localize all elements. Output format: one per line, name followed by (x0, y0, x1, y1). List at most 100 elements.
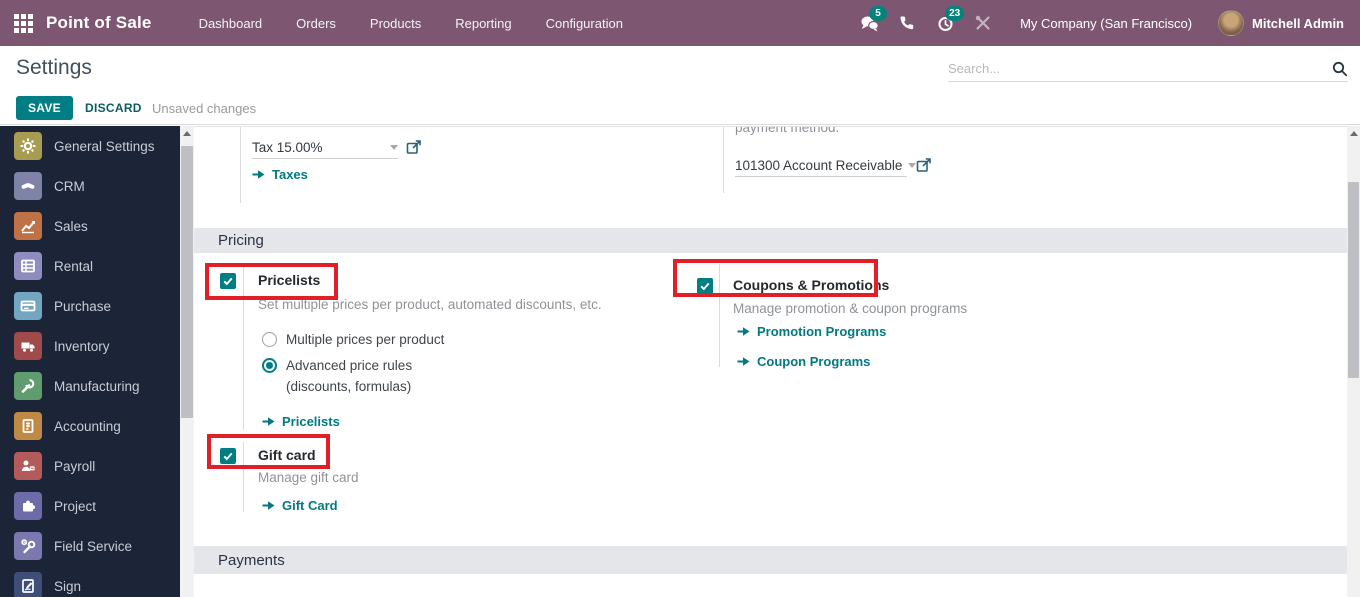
payment-help-tail: payment method. (735, 126, 840, 135)
search-bar (948, 56, 1348, 82)
setting-box-divider (243, 267, 244, 430)
sidebar-item-accounting[interactable]: Accounting (0, 406, 180, 446)
nav-item-orders[interactable]: Orders (279, 0, 353, 46)
credit-card-icon (14, 292, 42, 320)
check-icon (223, 277, 233, 286)
sidebar-scrollbar-thumb[interactable] (181, 146, 193, 418)
sign-pen-icon (14, 572, 42, 597)
messages-icon[interactable]: 5 (850, 0, 888, 46)
user-avatar[interactable] (1218, 10, 1245, 36)
sidebar-item-label: Project (54, 498, 97, 514)
radio-advanced-price-rules[interactable]: Advanced price rules (262, 358, 412, 373)
sidebar-item-label: CRM (54, 178, 85, 194)
arrow-right-icon (737, 327, 750, 336)
external-link-icon[interactable] (406, 139, 422, 155)
sidebar-item-project[interactable]: Project (0, 486, 180, 526)
app-name[interactable]: Point of Sale (46, 13, 152, 33)
sidebar-item-crm[interactable]: CRM (0, 166, 180, 206)
radio-icon (262, 332, 277, 347)
coupon-programs-link[interactable]: Coupon Programs (737, 354, 870, 369)
radio-advanced-sub-label: (discounts, formulas) (286, 379, 412, 394)
gift-card-label: Gift card (258, 447, 316, 463)
unsaved-changes-label: Unsaved changes (152, 101, 257, 116)
search-icon[interactable] (1332, 61, 1348, 77)
main-scrollbar[interactable] (1347, 126, 1360, 597)
arrow-right-icon (262, 501, 275, 510)
payments-section-header: Payments (194, 546, 1347, 574)
check-icon (223, 452, 233, 461)
default-tax-value: Tax 15.00% (252, 140, 323, 155)
nav-item-products[interactable]: Products (353, 0, 438, 46)
sidebar-item-label: Accounting (54, 418, 121, 434)
sidebar-item-label: Purchase (54, 298, 112, 314)
promotion-programs-link[interactable]: Promotion Programs (737, 324, 886, 339)
sidebar-item-payroll[interactable]: Payroll (0, 446, 180, 486)
activities-icon[interactable]: 23 (926, 0, 965, 46)
external-link-icon[interactable] (916, 157, 932, 173)
sidebar-item-label: Sign (54, 578, 82, 594)
setting-box-divider (719, 264, 720, 367)
sidebar-item-general-settings[interactable]: General Settings (0, 126, 180, 166)
caret-down-icon (390, 145, 398, 150)
gear-icon (14, 132, 42, 160)
apps-menu-icon[interactable] (14, 13, 33, 33)
search-input[interactable] (948, 61, 1332, 76)
sidebar-item-inventory[interactable]: Inventory (0, 326, 180, 366)
tools-icon[interactable] (964, 0, 1002, 46)
phone-icon[interactable] (888, 0, 926, 46)
default-tax-select[interactable]: Tax 15.00% (252, 137, 398, 159)
company-switcher[interactable]: My Company (San Francisco) (1020, 16, 1192, 31)
activities-badge: 23 (945, 6, 965, 21)
sidebar-item-manufacturing[interactable]: Manufacturing (0, 366, 180, 406)
check-icon (700, 282, 710, 291)
sidebar-item-purchase[interactable]: Purchase (0, 286, 180, 326)
field-service-icon (14, 532, 42, 560)
arrow-right-icon (262, 417, 275, 426)
gift-card-description: Manage gift card (258, 470, 359, 485)
user-menu[interactable]: Mitchell Admin (1252, 16, 1344, 31)
sidebar-item-sign[interactable]: Sign (0, 566, 180, 597)
sidebar-item-field-service[interactable]: Field Service (0, 526, 180, 566)
intermediary-account-value: 101300 Account Receivable (735, 158, 903, 173)
radio-multiple-prices[interactable]: Multiple prices per product (262, 332, 444, 347)
save-button[interactable]: SAVE (16, 96, 73, 120)
wrench-icon (14, 372, 42, 400)
sidebar-item-label: Payroll (54, 458, 96, 474)
control-panel: Settings SAVE DISCARD Unsaved changes (0, 46, 1360, 125)
sidebar-item-rental[interactable]: Rental (0, 246, 180, 286)
setting-box-divider (240, 127, 241, 203)
messages-badge: 5 (869, 6, 888, 21)
sidebar-item-label: Inventory (54, 338, 110, 354)
arrow-right-icon (252, 170, 265, 179)
discard-button[interactable]: DISCARD (79, 96, 148, 120)
sidebar-item-label: Rental (54, 258, 94, 274)
sidebar-item-label: Sales (54, 218, 88, 234)
taxes-link[interactable]: Taxes (252, 167, 308, 182)
settings-content: Tax 15.00% Taxes payment method. 101300 … (194, 126, 1347, 597)
coupons-checkbox[interactable] (697, 278, 713, 294)
scroll-up-arrow[interactable] (1349, 131, 1358, 136)
pricelists-description: Set multiple prices per product, automat… (258, 297, 602, 312)
payroll-icon (14, 452, 42, 480)
gift-card-checkbox[interactable] (220, 448, 236, 464)
coupons-label: Coupons & Promotions (733, 277, 890, 293)
sidebar-item-sales[interactable]: Sales (0, 206, 180, 246)
pricelists-checkbox[interactable] (220, 273, 236, 289)
sidebar-item-label: Manufacturing (54, 378, 140, 394)
invoice-icon (14, 412, 42, 440)
setting-box-divider (723, 127, 724, 193)
sidebar-item-label: Field Service (54, 538, 133, 554)
gift-card-link[interactable]: Gift Card (262, 498, 338, 513)
nav-item-reporting[interactable]: Reporting (438, 0, 528, 46)
nav-item-dashboard[interactable]: Dashboard (182, 0, 280, 46)
puzzle-icon (14, 492, 42, 520)
nav-item-configuration[interactable]: Configuration (529, 0, 640, 46)
intermediary-account-select[interactable]: 101300 Account Receivable (735, 155, 917, 177)
sidebar-scrollbar[interactable] (180, 126, 194, 597)
pricelists-link[interactable]: Pricelists (262, 414, 340, 429)
handshake-icon (14, 172, 42, 200)
sidebar-item-label: General Settings (54, 138, 155, 154)
setting-box-divider (243, 442, 244, 512)
scroll-up-arrow[interactable] (183, 131, 191, 136)
main-scrollbar-thumb[interactable] (1348, 182, 1359, 378)
